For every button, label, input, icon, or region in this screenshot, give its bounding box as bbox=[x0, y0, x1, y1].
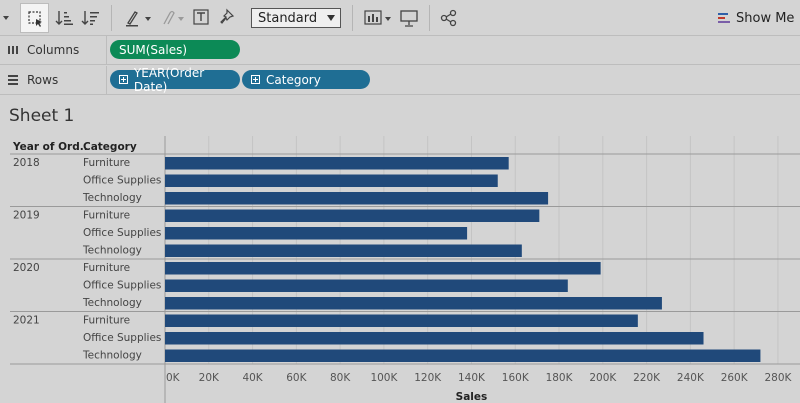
category-label[interactable]: Furniture bbox=[83, 157, 130, 169]
x-tick-label: 100K bbox=[370, 372, 398, 384]
year-label[interactable]: 2019 bbox=[13, 210, 40, 222]
sales-bar[interactable] bbox=[165, 157, 509, 170]
category-label[interactable]: Office Supplies bbox=[83, 332, 161, 344]
category-label[interactable]: Office Supplies bbox=[83, 280, 161, 292]
category-label[interactable]: Office Supplies bbox=[83, 175, 161, 187]
x-tick-label: 80K bbox=[330, 372, 351, 384]
x-tick-label: 20K bbox=[199, 372, 220, 384]
x-tick-label: 160K bbox=[502, 372, 530, 384]
sales-bar[interactable] bbox=[165, 279, 568, 293]
sales-bar[interactable] bbox=[165, 297, 662, 310]
sales-bar[interactable] bbox=[165, 244, 522, 258]
category-label[interactable]: Furniture bbox=[83, 315, 130, 327]
category-column-header[interactable]: Category bbox=[83, 141, 137, 153]
sales-bar[interactable] bbox=[165, 332, 704, 345]
category-label[interactable]: Furniture bbox=[83, 210, 130, 222]
category-label[interactable]: Technology bbox=[82, 245, 142, 257]
x-tick-label: 60K bbox=[286, 372, 307, 384]
sales-bar[interactable] bbox=[165, 262, 601, 275]
category-label[interactable]: Office Supplies bbox=[83, 227, 161, 239]
x-tick-label: 180K bbox=[546, 372, 574, 384]
year-label[interactable]: 2021 bbox=[13, 315, 40, 327]
year-label[interactable]: 2020 bbox=[13, 262, 40, 274]
category-label[interactable]: Technology bbox=[82, 192, 142, 204]
x-tick-label: 0K bbox=[166, 372, 181, 384]
category-label[interactable]: Technology bbox=[82, 297, 142, 309]
year-column-header[interactable]: Year of Ord.. bbox=[12, 141, 88, 153]
sales-bar[interactable] bbox=[165, 174, 498, 188]
x-tick-label: 200K bbox=[589, 372, 617, 384]
sales-bar[interactable] bbox=[165, 209, 540, 223]
x-tick-label: 120K bbox=[414, 372, 442, 384]
x-tick-label: 220K bbox=[633, 372, 661, 384]
x-tick-label: 260K bbox=[721, 372, 749, 384]
x-tick-label: 140K bbox=[458, 372, 486, 384]
x-tick-label: 40K bbox=[242, 372, 263, 384]
x-axis-title: Sales bbox=[456, 391, 488, 403]
sales-bar[interactable] bbox=[165, 349, 761, 363]
sales-bar[interactable] bbox=[165, 227, 468, 240]
sales-bar[interactable] bbox=[165, 192, 549, 205]
year-label[interactable]: 2018 bbox=[13, 157, 40, 169]
x-tick-label: 240K bbox=[677, 372, 705, 384]
sales-bar[interactable] bbox=[165, 314, 638, 328]
bar-chart: Year of Ord.. Category 2018 Furniture Offi… bbox=[10, 136, 800, 403]
category-label[interactable]: Furniture bbox=[83, 262, 130, 274]
category-label[interactable]: Technology bbox=[82, 350, 142, 362]
x-tick-label: 280K bbox=[764, 372, 792, 384]
